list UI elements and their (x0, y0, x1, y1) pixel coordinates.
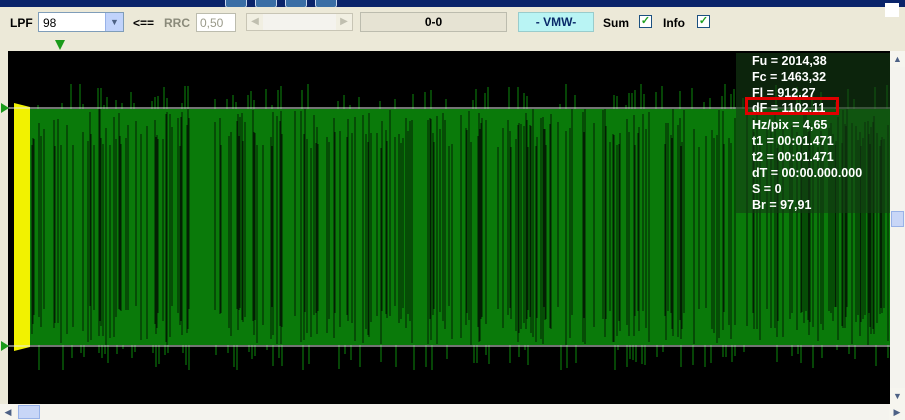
arrow-up-icon[interactable]: ▲ (890, 51, 905, 67)
info-s: S = 0 (752, 182, 782, 196)
info-dt: dT = 00:00.000.000 (752, 166, 863, 180)
info-fc: Fc = 1463,32 (752, 70, 827, 84)
horizontal-scrollbar[interactable]: ◀ ▶ (0, 404, 905, 420)
info-t1: t1 = 00:01.471 (752, 134, 834, 148)
signal-envelope (14, 103, 30, 351)
lpf-select[interactable]: 98 ▼ (38, 12, 124, 32)
triangle-marker-icon[interactable] (1, 103, 9, 113)
info-t2: t2 = 00:01.471 (752, 150, 834, 164)
toolbar: LPF 98 ▼ <== RRC 0,50 ◀ ▶ 0-0 - VMW- Sum… (0, 3, 905, 39)
info-br: Br = 97,91 (752, 198, 812, 212)
arrow-right-icon[interactable]: ▶ (889, 404, 905, 420)
rrc-input[interactable]: 0,50 (196, 13, 236, 32)
info-hz-pix: Hz/pix = 4,65 (752, 118, 828, 132)
df-highlight-box (745, 97, 839, 115)
apply-arrow-label[interactable]: <== (133, 16, 154, 30)
close-icon[interactable] (885, 3, 899, 17)
arrow-left-icon[interactable]: ◀ (247, 14, 263, 30)
info-label: Info (663, 16, 685, 30)
arrow-down-icon[interactable]: ▼ (890, 388, 905, 404)
range-readout: 0-0 (360, 12, 507, 32)
marker-strip[interactable] (8, 39, 890, 51)
vertical-scroll-thumb[interactable] (891, 211, 904, 227)
triangle-marker-icon[interactable] (55, 40, 65, 50)
lpf-label: LPF (10, 16, 33, 30)
info-checkbox[interactable]: ✓ (697, 15, 710, 28)
rrc-slider[interactable]: ◀ ▶ (246, 13, 353, 31)
sum-label: Sum (603, 16, 630, 30)
lpf-value: 98 (43, 16, 57, 30)
rrc-label: RRC (164, 16, 190, 30)
arrow-left-icon[interactable]: ◀ (0, 404, 16, 420)
level-markers[interactable] (0, 100, 10, 360)
arrow-right-icon[interactable]: ▶ (336, 14, 352, 30)
chevron-down-icon[interactable]: ▼ (105, 13, 123, 31)
mode-readout: - VMW- (518, 12, 594, 32)
info-fu: Fu = 2014,38 (752, 54, 827, 68)
info-panel: Fu = 2014,38 Fc = 1463,32 Fl = 912,27 dF… (736, 53, 890, 213)
horizontal-scroll-thumb[interactable] (18, 405, 40, 419)
window-title-bar (0, 0, 905, 8)
triangle-marker-icon[interactable] (1, 341, 9, 351)
sum-checkbox[interactable]: ✓ (639, 15, 652, 28)
vertical-scrollbar[interactable]: ▲ ▼ (890, 51, 905, 404)
